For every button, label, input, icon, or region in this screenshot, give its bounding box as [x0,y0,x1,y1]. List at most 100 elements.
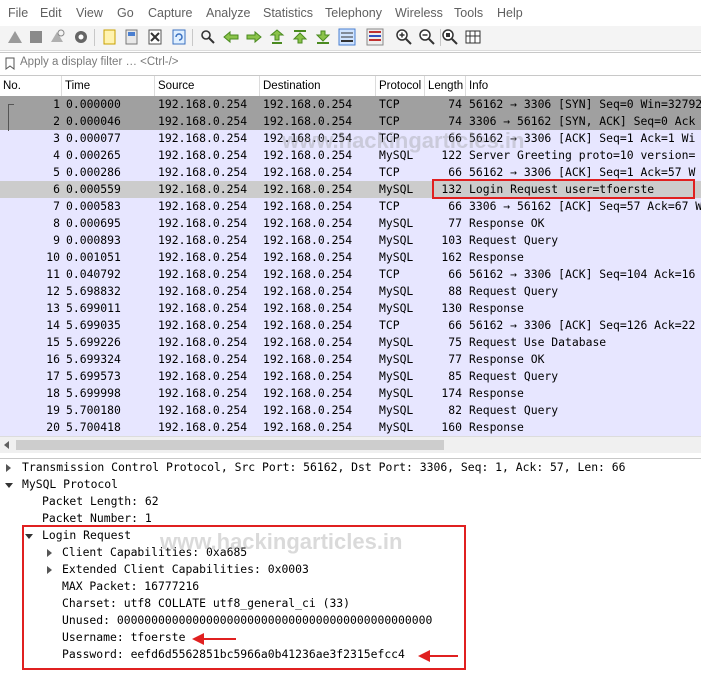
column-header-time[interactable]: Time [62,76,155,96]
packet-dst: 192.168.0.254 [263,352,353,366]
toolbar-separator [94,29,95,46]
packet-src: 192.168.0.254 [158,97,248,111]
shark-fin-start-icon[interactable] [6,28,24,46]
open-file-icon[interactable] [101,28,119,46]
go-forward-icon[interactable] [245,28,263,46]
column-header-length[interactable]: Length [425,76,466,96]
packet-dst: 192.168.0.254 [263,318,353,332]
packet-dst: 192.168.0.254 [263,199,353,213]
zoom-in-icon[interactable] [395,28,413,46]
menu-wireless[interactable]: Wireless [395,6,443,20]
packet-len: 174 [441,386,462,400]
colorize-icon[interactable] [366,28,384,46]
menu-edit[interactable]: Edit [40,6,62,20]
column-header-source[interactable]: Source [155,76,260,96]
packet-no: 14 [46,318,60,332]
packet-src: 192.168.0.254 [158,301,248,315]
packet-len: 66 [448,318,462,332]
packet-proto: MySQL [379,352,414,366]
packet-row[interactable]: 17 5.699573 192.168.0.254 192.168.0.254 MySQ… [0,368,701,385]
options-gear-icon[interactable] [72,28,90,46]
packet-row[interactable]: 9 0.000893 192.168.0.254 192.168.0.254 MySQL… [0,232,701,249]
packet-info: Response [469,250,524,264]
packet-time: 0.000695 [66,216,121,230]
packet-row[interactable]: 19 5.700180 192.168.0.254 192.168.0.254 MySQ… [0,402,701,419]
packet-proto: MySQL [379,386,414,400]
resize-columns-icon[interactable] [464,28,482,46]
detail-mysql-protocol[interactable]: MySQL Protocol [22,476,118,493]
packet-row[interactable]: 7 0.000583 192.168.0.254 192.168.0.254 TCP 66… [0,198,701,215]
packet-proto: MySQL [379,284,414,298]
packet-row[interactable]: 15 5.699226 192.168.0.254 192.168.0.254 MySQ… [0,334,701,351]
reload-icon[interactable] [170,28,188,46]
menu-file[interactable]: File [8,6,28,20]
packet-row[interactable]: 10 0.001051 192.168.0.254 192.168.0.254 MySQ… [0,249,701,266]
last-packet-icon[interactable] [314,28,332,46]
menu-go[interactable]: Go [117,6,134,20]
zoom-out-icon[interactable] [418,28,436,46]
go-back-icon[interactable] [222,28,240,46]
packet-src: 192.168.0.254 [158,369,248,383]
packet-src: 192.168.0.254 [158,216,248,230]
column-header-no[interactable]: No. [0,76,62,96]
save-file-icon[interactable] [123,28,141,46]
column-header-info[interactable]: Info [466,76,701,96]
packet-info: Request Query [469,233,559,247]
packet-no: 16 [46,352,60,366]
login-request-highlight [432,179,695,199]
packet-time: 5.699011 [66,301,121,315]
scroll-left-icon[interactable] [4,441,9,449]
autoscroll-icon[interactable] [338,28,356,46]
column-header-protocol[interactable]: Protocol [376,76,425,96]
scrollbar-thumb[interactable] [16,440,444,450]
packet-row[interactable]: 14 5.699035 192.168.0.254 192.168.0.254 TCP 6… [0,317,701,334]
menu-help[interactable]: Help [497,6,523,20]
bookmark-icon[interactable] [4,57,16,70]
find-icon[interactable] [199,28,217,46]
packet-no: 11 [46,267,60,281]
menu-view[interactable]: View [76,6,103,20]
packet-row[interactable]: 11 0.040792 192.168.0.254 192.168.0.254 TCP 6… [0,266,701,283]
packet-no: 15 [46,335,60,349]
password-pointer-arrow-icon [418,650,458,662]
packet-row[interactable]: 13 5.699011 192.168.0.254 192.168.0.254 MySQ… [0,300,701,317]
menu-capture[interactable]: Capture [148,6,192,20]
packet-row[interactable]: 20 5.700418 192.168.0.254 192.168.0.254 MySQ… [0,419,701,436]
menu-analyze[interactable]: Analyze [206,6,250,20]
packet-list-hscrollbar[interactable] [0,436,701,453]
expand-arrow-icon[interactable] [6,464,11,472]
collapse-arrow-icon[interactable] [5,483,13,488]
zoom-normal-icon[interactable] [441,28,459,46]
packet-no: 12 [46,284,60,298]
packet-info: 3306 → 56162 [ACK] Seq=57 Ack=67 W [469,199,701,213]
packet-no: 9 [53,233,60,247]
close-file-icon[interactable] [146,28,164,46]
packet-row[interactable]: 8 0.000695 192.168.0.254 192.168.0.254 MySQL… [0,215,701,232]
detail-packet-length[interactable]: Packet Length: 62 [42,493,159,510]
column-header-destination[interactable]: Destination [260,76,376,96]
detail-tcp[interactable]: Transmission Control Protocol, Src Port:… [22,459,625,476]
go-to-packet-icon[interactable] [268,28,286,46]
display-filter-bar: Apply a display filter … <Ctrl-/> [0,52,701,76]
packet-time: 0.000583 [66,199,121,213]
packet-row[interactable]: 18 5.699998 192.168.0.254 192.168.0.254 MySQ… [0,385,701,402]
packet-src: 192.168.0.254 [158,403,248,417]
packet-row[interactable]: 12 5.698832 192.168.0.254 192.168.0.254 MySQ… [0,283,701,300]
stop-icon[interactable] [27,28,45,46]
display-filter-input[interactable]: Apply a display filter … <Ctrl-/> [20,56,696,71]
packet-proto: MySQL [379,182,414,196]
packet-src: 192.168.0.254 [158,165,248,179]
packet-time: 0.001051 [66,250,121,264]
restart-icon[interactable] [48,28,66,46]
packet-row[interactable]: 16 5.699324 192.168.0.254 192.168.0.254 MySQ… [0,351,701,368]
menu-statistics[interactable]: Statistics [263,6,313,20]
packet-row[interactable]: 1 0.000000 192.168.0.254 192.168.0.254 TCP 74… [0,96,701,113]
first-packet-icon[interactable] [291,28,309,46]
packet-proto: MySQL [379,233,414,247]
packet-time: 5.700418 [66,420,121,434]
packet-src: 192.168.0.254 [158,284,248,298]
packet-src: 192.168.0.254 [158,335,248,349]
packet-len: 130 [441,301,462,315]
menu-telephony[interactable]: Telephony [325,6,382,20]
menu-tools[interactable]: Tools [454,6,483,20]
